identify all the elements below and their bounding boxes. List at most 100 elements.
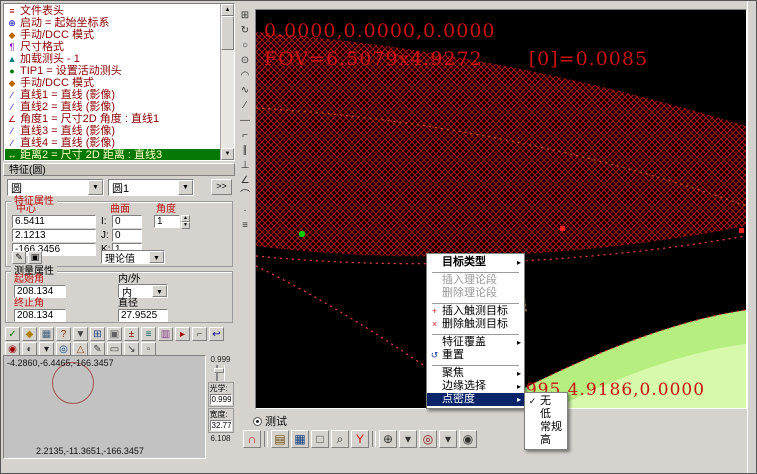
rect-icon[interactable]: ▭ bbox=[107, 342, 122, 356]
diameter-field[interactable]: 27.9525 bbox=[118, 309, 168, 322]
tree-item[interactable]: ¶ 尺寸格式 bbox=[5, 41, 220, 53]
scrollbar-track[interactable] bbox=[221, 50, 234, 148]
zoom-slider[interactable] bbox=[216, 365, 225, 381]
funnel-icon[interactable]: Y bbox=[351, 430, 369, 448]
tree-item[interactable]: ● TIP1 = 设置活动测头 bbox=[5, 65, 220, 77]
toolbar-icon[interactable] bbox=[371, 430, 377, 448]
report-window-icon[interactable]: ▤ bbox=[271, 430, 289, 448]
point-tool-icon[interactable]: · bbox=[237, 204, 253, 219]
chevron-down-icon[interactable]: ▾ bbox=[39, 342, 54, 356]
tree-item[interactable]: ⊕ 启动 = 起始坐标系 bbox=[5, 17, 220, 29]
tree-item[interactable]: ∕ 直线3 = 直线 (影像) bbox=[5, 125, 220, 137]
context-menu-item[interactable]: 目标类型 bbox=[427, 256, 524, 269]
crosshair-icon[interactable]: ◎ bbox=[56, 342, 71, 356]
context-menu-item[interactable]: 边缘选择 bbox=[427, 380, 524, 393]
submenu-item[interactable]: 低 bbox=[525, 408, 567, 421]
more-button[interactable]: >> bbox=[211, 179, 232, 195]
chevron-down-icon[interactable]: ▾ bbox=[439, 430, 457, 448]
rotate-view-icon[interactable]: ↻ bbox=[237, 24, 253, 39]
feature-name-select[interactable]: 圆1 ▼ bbox=[108, 179, 194, 196]
probe-target-icon[interactable]: ◎ bbox=[419, 430, 437, 448]
feature-type-select[interactable]: 圆 ▼ bbox=[7, 179, 104, 196]
arc2-tool-icon[interactable]: ⌒ bbox=[237, 189, 253, 204]
chevron-down-icon[interactable]: ▾ bbox=[399, 430, 417, 448]
chart-icon[interactable]: ▥ bbox=[158, 327, 173, 341]
y-field[interactable]: 2.1213 bbox=[12, 229, 96, 242]
record-point-icon[interactable]: ◉ bbox=[459, 430, 477, 448]
exit-icon[interactable]: ↩ bbox=[209, 327, 224, 341]
circle-tool-icon[interactable]: ○ bbox=[237, 39, 253, 54]
arrow-icon[interactable]: ↘ bbox=[124, 342, 139, 356]
view-grid-icon[interactable]: ⊞ bbox=[237, 9, 253, 24]
tree-item[interactable]: ∠ 角度1 = 尺寸2D 角度 : 直线1 bbox=[5, 113, 220, 125]
ellipse-tool-icon[interactable]: ⊙ bbox=[237, 54, 253, 69]
detail-icon[interactable]: ▫ bbox=[141, 342, 156, 356]
chevron-down-icon[interactable]: ▼ bbox=[178, 180, 193, 195]
lock-button[interactable]: ▣ bbox=[28, 251, 42, 264]
optics-value-field[interactable]: 0.999 bbox=[210, 394, 232, 405]
hline-tool-icon[interactable]: — bbox=[237, 114, 253, 129]
toolbar-icon[interactable] bbox=[263, 430, 269, 448]
scrollbar-thumb[interactable] bbox=[221, 16, 234, 50]
chevron-down-icon[interactable]: ▼ bbox=[152, 285, 167, 297]
start-angle-field[interactable]: 208.134 bbox=[14, 285, 66, 298]
tree-item[interactable]: ∕ 直线1 = 直线 (影像) bbox=[5, 89, 220, 101]
arc-tool-icon[interactable]: ◠ bbox=[237, 69, 253, 84]
triangle-icon[interactable]: △ bbox=[73, 342, 88, 356]
tree-item[interactable]: ▲ 加载测头 - 1 bbox=[5, 53, 220, 65]
layers-tool-icon[interactable]: ≡ bbox=[237, 219, 253, 234]
angle-spinner[interactable]: ▲ ▼ bbox=[181, 215, 190, 228]
theo-value-select[interactable]: 理论值 ▼ bbox=[101, 250, 165, 264]
layers-icon[interactable]: ≡ bbox=[141, 327, 156, 341]
in-out-select[interactable]: 内 ▼ bbox=[118, 284, 168, 298]
magnifier-icon[interactable]: ⌕ bbox=[331, 430, 349, 448]
perpendicular-tool-icon[interactable]: ⊥ bbox=[237, 159, 253, 174]
pencil-icon[interactable]: ✎ bbox=[90, 342, 105, 356]
curve-tool-icon[interactable]: ∿ bbox=[237, 84, 253, 99]
i-field[interactable]: 0 bbox=[112, 215, 142, 228]
angle-tool-icon[interactable]: ∠ bbox=[237, 174, 253, 189]
x-field[interactable]: 6.5411 bbox=[12, 215, 96, 228]
scroll-up-icon[interactable]: ▲ bbox=[221, 4, 234, 16]
scroll-down-icon[interactable]: ▼ bbox=[221, 148, 234, 160]
grid-icon[interactable]: ⊞ bbox=[90, 327, 105, 341]
angle-field[interactable]: 1 bbox=[154, 215, 180, 228]
dimension-icon[interactable]: ◆ bbox=[22, 327, 37, 341]
chevron-down-icon[interactable]: ▼ bbox=[149, 251, 164, 263]
confirm-icon[interactable]: ✓ bbox=[5, 327, 20, 341]
width-value-field[interactable]: 32.778 bbox=[210, 420, 232, 431]
test-option[interactable]: 测试 bbox=[253, 413, 287, 429]
line-tool-icon[interactable]: ∕ bbox=[237, 99, 253, 114]
radio-icon[interactable] bbox=[253, 417, 262, 426]
wrench-icon[interactable]: ⌐ bbox=[192, 327, 207, 341]
feature-preview[interactable]: -4.2860,-6.4465,-166.3457 2.2135,-11.365… bbox=[3, 355, 206, 459]
submenu-item[interactable]: 无 bbox=[525, 395, 567, 408]
spin-down-icon[interactable]: ▼ bbox=[181, 222, 190, 229]
palette-icon[interactable]: ▦ bbox=[39, 327, 54, 341]
zoom-in-icon[interactable]: ⊕ bbox=[379, 430, 397, 448]
tree-item[interactable]: ↔ 距离2 = 尺寸 2D 距离 : 直线3 bbox=[5, 149, 220, 161]
probe-mode-icon[interactable]: ∩ bbox=[243, 430, 261, 448]
tree-item[interactable]: ∕ 直线2 = 直线 (影像) bbox=[5, 101, 220, 113]
camera-icon[interactable]: ▣ bbox=[107, 327, 122, 341]
tree-item[interactable]: ≡ 文件表头 bbox=[5, 5, 220, 17]
probe-drop-icon[interactable]: ▼ bbox=[73, 327, 88, 341]
graphic-window-icon[interactable]: □ bbox=[311, 430, 329, 448]
context-menu-item[interactable]: × 删除触测目标 bbox=[427, 318, 524, 331]
zoom-slider-handle[interactable] bbox=[214, 368, 224, 373]
tree-item[interactable]: ∕ 直线4 = 直线 (影像) bbox=[5, 137, 220, 149]
j-field[interactable]: 0 bbox=[112, 229, 142, 242]
tree-item[interactable]: ◆ 手动/DCC 模式 bbox=[5, 77, 220, 89]
spin-up-icon[interactable]: ▲ bbox=[181, 215, 190, 222]
edit-theo-button[interactable]: ✎ bbox=[12, 251, 26, 264]
submenu-item[interactable]: 高 bbox=[525, 434, 567, 447]
end-angle-field[interactable]: 208.134 bbox=[14, 309, 66, 322]
context-menu-item[interactable]: 聚焦 bbox=[427, 367, 524, 380]
parallel-tool-icon[interactable]: ∥ bbox=[237, 144, 253, 159]
context-menu-item[interactable]: 特征覆盖 bbox=[427, 336, 524, 349]
tree-scrollbar[interactable]: ▲ ▼ bbox=[220, 4, 234, 160]
context-menu-item[interactable]: ↺ 重置 bbox=[427, 349, 524, 362]
tolerance-icon[interactable]: ± bbox=[124, 327, 139, 341]
zoom-help-icon[interactable]: ? bbox=[56, 327, 71, 341]
target-circle-icon[interactable]: ◉ bbox=[5, 342, 20, 356]
